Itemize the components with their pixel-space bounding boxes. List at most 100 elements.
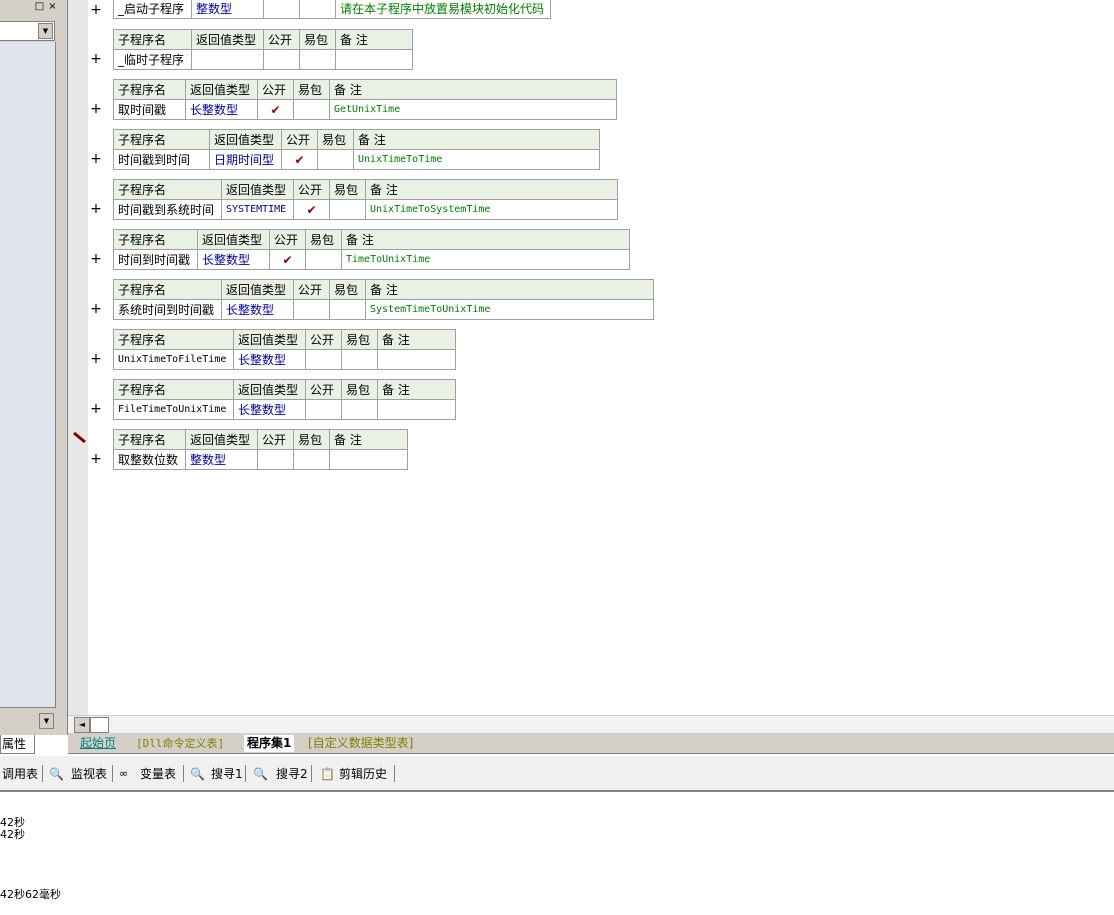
sub-note[interactable]	[335, 49, 413, 70]
column-header-note: 备 注	[341, 229, 630, 250]
tab-custom-types[interactable]: [自定义数据类型表]	[308, 735, 413, 752]
expand-icon[interactable]: +	[90, 3, 102, 17]
public-checkbox[interactable]	[305, 399, 342, 420]
expand-icon[interactable]: +	[90, 402, 102, 416]
tab-properties[interactable]: 属性	[0, 735, 35, 754]
monitor-table-button[interactable]: 监视表	[71, 765, 107, 783]
chevron-down-icon[interactable]: ▼	[38, 23, 53, 39]
sub-note[interactable]	[377, 399, 456, 420]
find-icon[interactable]: 🔍	[253, 765, 268, 783]
easy-pack-checkbox[interactable]	[329, 299, 366, 320]
left-panel: □ × ▼ ▼	[0, 0, 62, 735]
chevron-down-icon[interactable]: ▼	[39, 713, 54, 729]
public-checkbox[interactable]	[257, 449, 294, 470]
public-checkbox[interactable]	[305, 349, 342, 370]
call-table-button[interactable]: 调用表	[2, 765, 38, 783]
maximize-icon[interactable]: □	[34, 1, 45, 12]
sub-note[interactable]: SystemTimeToUnixTime	[365, 299, 654, 320]
sub-name[interactable]: _启动子程序	[113, 0, 192, 19]
sub-note[interactable]	[329, 449, 408, 470]
public-checkbox[interactable]: ✔	[257, 99, 294, 120]
sub-name[interactable]: 取整数位数	[113, 449, 186, 470]
variable-table-button[interactable]: 变量表	[140, 765, 176, 783]
scroll-thumb[interactable]	[90, 717, 109, 733]
scroll-left-icon[interactable]: ◄	[74, 717, 90, 733]
column-header-return-type: 返回值类型	[233, 379, 306, 400]
easy-pack-checkbox[interactable]	[317, 149, 354, 170]
search2-button[interactable]: 搜寻2	[276, 765, 308, 783]
tab-dll-commands[interactable]: [Dll命令定义表]	[136, 735, 224, 752]
column-header-public: 公开	[305, 329, 342, 350]
public-checkbox[interactable]	[293, 299, 330, 320]
column-header-name: 子程序名	[113, 129, 210, 150]
column-header-return-type: 返回值类型	[221, 279, 294, 300]
column-header-easy-pack: 易包	[329, 279, 366, 300]
find-icon[interactable]: 🔍	[190, 765, 205, 783]
public-checkbox[interactable]	[263, 49, 300, 70]
return-type[interactable]: 日期时间型	[209, 149, 282, 170]
table-header-row: 子程序名 返回值类型 公开 易包备 注	[113, 79, 617, 100]
return-type[interactable]	[191, 49, 264, 70]
column-header-name: 子程序名	[113, 179, 222, 200]
public-checkbox[interactable]: ✔	[293, 199, 330, 220]
easy-pack-checkbox[interactable]	[293, 449, 330, 470]
object-combo[interactable]: ▼	[0, 21, 55, 41]
public-checkbox[interactable]: ✔	[281, 149, 318, 170]
easy-pack-checkbox[interactable]	[293, 99, 330, 120]
sub-name[interactable]: 时间戳到系统时间	[113, 199, 222, 220]
table-header-row: 子程序名 返回值类型 公开 易包备 注	[113, 129, 600, 150]
search-icon[interactable]: 🔍	[49, 765, 64, 783]
expand-icon[interactable]: +	[90, 52, 102, 66]
expand-icon[interactable]: +	[90, 452, 102, 466]
easy-pack-checkbox[interactable]	[341, 399, 378, 420]
column-header-public: 公开	[281, 129, 318, 150]
return-type[interactable]: 长整数型	[221, 299, 294, 320]
subroutine-table: 子程序名 返回值类型 公开 易包备 注时间到时间戳 长整数型 ✔ TimeToUnixTim…	[113, 229, 630, 270]
sub-note[interactable]: UnixTimeToSystemTime	[365, 199, 618, 220]
tab-start-page[interactable]: 起始页	[80, 735, 116, 752]
clipboard-icon[interactable]: 📋	[320, 765, 335, 783]
sub-name[interactable]: 系统时间到时间戳	[113, 299, 222, 320]
clip-history-button[interactable]: 剪辑历史	[339, 765, 387, 783]
sub-note[interactable]	[377, 349, 456, 370]
easy-pack-checkbox[interactable]	[329, 199, 366, 220]
subroutine-table: 子程序名 返回值类型 公开 易包备 注系统时间到时间戳 长整数型 SystemTimeTo…	[113, 279, 654, 320]
close-icon[interactable]: ×	[47, 1, 58, 12]
sub-name[interactable]: FileTimeToUnixTime	[113, 399, 234, 420]
return-type[interactable]: 长整数型	[197, 249, 270, 270]
expand-icon[interactable]: +	[90, 302, 102, 316]
expand-icon[interactable]: +	[90, 252, 102, 266]
expand-icon[interactable]: +	[90, 152, 102, 166]
glasses-icon[interactable]: ∞	[119, 765, 128, 783]
sub-note[interactable]: GetUnixTime	[329, 99, 617, 120]
sub-name[interactable]: UnixTimeToFileTime	[113, 349, 234, 370]
expand-icon[interactable]: +	[90, 202, 102, 216]
column-header-return-type: 返回值类型	[191, 29, 264, 50]
subroutine-table-start: _启动子程序 整数型 请在本子程序中放置易模块初始化代码	[113, 0, 551, 19]
return-type[interactable]: 长整数型	[233, 399, 306, 420]
sub-name[interactable]: 取时间戳	[113, 99, 186, 120]
return-type[interactable]: 整数型	[185, 449, 258, 470]
return-type[interactable]: SYSTEMTIME	[221, 199, 294, 220]
sub-note[interactable]: TimeToUnixTime	[341, 249, 630, 270]
document-tabs: 起始页 [Dll命令定义表] 程序集1 [自定义数据类型表]	[68, 733, 1114, 754]
sub-note[interactable]: UnixTimeToTime	[353, 149, 600, 170]
project-tree-panel[interactable]	[0, 42, 56, 708]
return-type[interactable]: 长整数型	[233, 349, 306, 370]
expand-icon[interactable]: +	[90, 352, 102, 366]
sub-note[interactable]: 请在本子程序中放置易模块初始化代码	[335, 0, 551, 19]
tab-program-set-1[interactable]: 程序集1	[244, 735, 295, 752]
public-checkbox[interactable]: ✔	[269, 249, 306, 270]
expand-icon[interactable]: +	[90, 102, 102, 116]
easy-pack-checkbox[interactable]	[299, 49, 336, 70]
sub-name[interactable]: 时间到时间戳	[113, 249, 198, 270]
return-type[interactable]: 长整数型	[185, 99, 258, 120]
horizontal-scrollbar[interactable]: ◄	[68, 715, 1114, 734]
easy-pack-checkbox[interactable]	[341, 349, 378, 370]
sub-name[interactable]: 时间戳到时间	[113, 149, 210, 170]
easy-pack-checkbox[interactable]	[305, 249, 342, 270]
output-panel[interactable]: 42秒 42秒 42秒62毫秒	[0, 792, 1114, 915]
search1-button[interactable]: 搜寻1	[211, 765, 243, 783]
sub-name[interactable]: _临时子程序	[113, 49, 192, 70]
return-type[interactable]: 整数型	[191, 0, 264, 19]
